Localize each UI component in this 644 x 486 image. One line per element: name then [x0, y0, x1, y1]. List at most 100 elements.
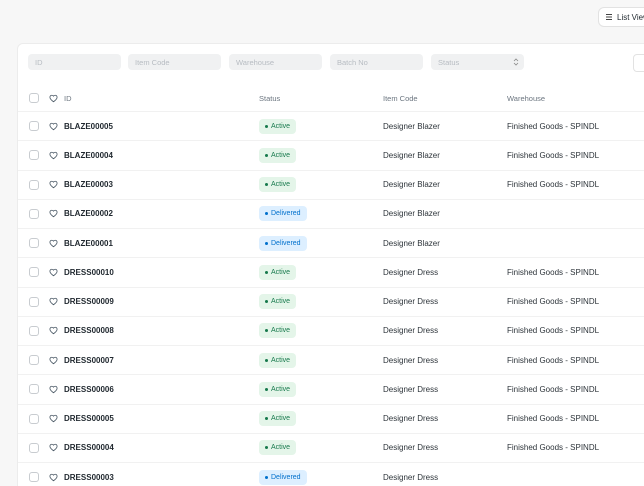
row-select-cell [29, 112, 39, 140]
column-header-id[interactable]: ID [64, 87, 72, 109]
row-checkbox[interactable] [29, 179, 39, 190]
row-select-cell [29, 375, 39, 403]
heart-icon[interactable] [49, 297, 58, 306]
table-row[interactable]: DRESS00004 Active Designer Dress Finished G… [18, 432, 644, 462]
chevron-updown-icon [513, 58, 519, 66]
row-status-cell: Active [259, 112, 297, 140]
heart-icon[interactable] [49, 385, 58, 394]
table-row[interactable]: DRESS00007 Active Designer Dress Finished G… [18, 345, 644, 374]
row-id-link[interactable]: DRESS00008 [64, 326, 114, 335]
row-checkbox[interactable] [29, 472, 39, 483]
row-item-code: Designer Dress [383, 414, 439, 424]
row-status-cell: Delivered [259, 229, 307, 257]
heart-icon[interactable] [49, 356, 58, 365]
row-checkbox[interactable] [29, 355, 39, 366]
table-row[interactable]: DRESS00003 Delivered Designer Dress [18, 462, 644, 486]
table-row[interactable]: DRESS00006 Active Designer Dress Finished G… [18, 374, 644, 403]
table-row[interactable]: DRESS00009 Active Designer Dress Finished G… [18, 286, 644, 316]
filter-button[interactable] [633, 54, 644, 72]
table-row[interactable]: BLAZE00004 Active Designer Blazer Finished … [18, 140, 644, 169]
row-id-link[interactable]: BLAZE00005 [64, 122, 113, 131]
filter-status-select[interactable]: Status [431, 54, 524, 70]
heart-icon[interactable] [49, 414, 58, 423]
row-checkbox[interactable] [29, 208, 39, 219]
column-header-status[interactable]: Status [259, 87, 280, 109]
row-checkbox[interactable] [29, 150, 39, 161]
row-select-cell [29, 171, 39, 199]
table-row[interactable]: BLAZE00002 Delivered Designer Blazer [18, 198, 644, 228]
row-id-link[interactable]: DRESS00009 [64, 297, 114, 306]
table-row[interactable]: BLAZE00001 Delivered Designer Blazer [18, 228, 644, 257]
row-id-link[interactable]: DRESS00004 [64, 443, 114, 452]
row-id-link[interactable]: DRESS00010 [64, 268, 114, 277]
row-select-cell [29, 346, 39, 374]
filter-item-code[interactable]: Item Code [128, 54, 221, 70]
row-id-link[interactable]: BLAZE00003 [64, 180, 113, 189]
column-header-warehouse[interactable]: Warehouse [507, 87, 545, 109]
row-checkbox[interactable] [29, 267, 39, 278]
list-panel: ID Item Code Warehouse Batch No Status I… [17, 43, 644, 486]
row-item-code: Designer Dress [383, 472, 439, 482]
row-item-code-cell: Designer Dress [383, 288, 438, 316]
row-id-link[interactable]: DRESS00006 [64, 385, 114, 394]
status-dot [265, 475, 268, 479]
row-status-cell: Delivered [259, 463, 307, 486]
heart-icon[interactable] [49, 180, 58, 189]
status-label: Active [271, 268, 291, 276]
row-warehouse: Finished Goods - SPINDL [507, 443, 600, 453]
row-like-cell [49, 112, 58, 140]
row-checkbox[interactable] [29, 384, 39, 395]
table-row[interactable]: DRESS00005 Active Designer Dress Finished G… [18, 403, 644, 433]
row-id-link[interactable]: BLAZE00002 [64, 209, 113, 218]
row-item-code-cell: Designer Dress [383, 434, 438, 462]
row-checkbox[interactable] [29, 296, 39, 307]
row-checkbox[interactable] [29, 325, 39, 336]
filter-id[interactable]: ID [28, 54, 121, 70]
heart-icon [49, 94, 58, 102]
row-warehouse: Finished Goods - SPINDL [507, 355, 600, 365]
row-id-link[interactable]: BLAZE00001 [64, 239, 113, 248]
select-all-checkbox[interactable] [29, 93, 39, 103]
heart-icon[interactable] [49, 443, 58, 452]
row-checkbox[interactable] [29, 442, 39, 453]
table-row[interactable]: DRESS00010 Active Designer Dress Finished G… [18, 257, 644, 286]
heart-icon[interactable] [49, 326, 58, 335]
status-label: Active [271, 327, 291, 335]
row-warehouse: Finished Goods - SPINDL [507, 180, 600, 190]
row-item-code-cell: Designer Blazer [383, 112, 440, 140]
column-header-item-code[interactable]: Item Code [383, 87, 418, 109]
row-id-link[interactable]: BLAZE00004 [64, 151, 113, 160]
heart-icon[interactable] [49, 151, 58, 160]
heart-icon[interactable] [49, 239, 58, 248]
status-badge: Active [259, 440, 297, 456]
row-id-link[interactable]: DRESS00003 [64, 473, 114, 482]
row-checkbox[interactable] [29, 238, 39, 249]
row-checkbox[interactable] [29, 121, 39, 132]
heart-icon[interactable] [49, 268, 58, 277]
filter-warehouse[interactable]: Warehouse [229, 54, 322, 70]
row-id-link[interactable]: DRESS00007 [64, 356, 114, 365]
table-row[interactable]: BLAZE00003 Active Designer Blazer Finished … [18, 169, 644, 199]
status-badge: Active [259, 264, 297, 280]
row-id-link[interactable]: DRESS00005 [64, 414, 114, 423]
row-item-code-cell: Designer Dress [383, 375, 438, 403]
row-select-cell [29, 200, 39, 228]
table-row[interactable]: DRESS00008 Active Designer Dress Finished G… [18, 315, 644, 345]
filter-status-placeholder: Status [438, 57, 460, 67]
heart-icon[interactable] [49, 209, 58, 218]
row-item-code-cell: Designer Dress [383, 258, 438, 286]
list-view-button[interactable]: List View [598, 7, 644, 27]
row-like-cell [49, 463, 58, 486]
status-badge: Active [259, 177, 297, 193]
row-like-cell [49, 375, 58, 403]
heart-icon[interactable] [49, 473, 58, 482]
row-warehouse-cell: Finished Goods - SPINDL [507, 405, 599, 433]
header-like-cell [49, 87, 58, 109]
heart-icon[interactable] [49, 122, 58, 131]
filter-batch-no[interactable]: Batch No [330, 54, 423, 70]
status-badge: Active [259, 294, 297, 310]
row-select-cell [29, 405, 39, 433]
row-warehouse: Finished Goods - SPINDL [507, 384, 600, 394]
row-checkbox[interactable] [29, 413, 39, 424]
table-row[interactable]: BLAZE00005 Active Designer Blazer Finished … [18, 111, 644, 140]
